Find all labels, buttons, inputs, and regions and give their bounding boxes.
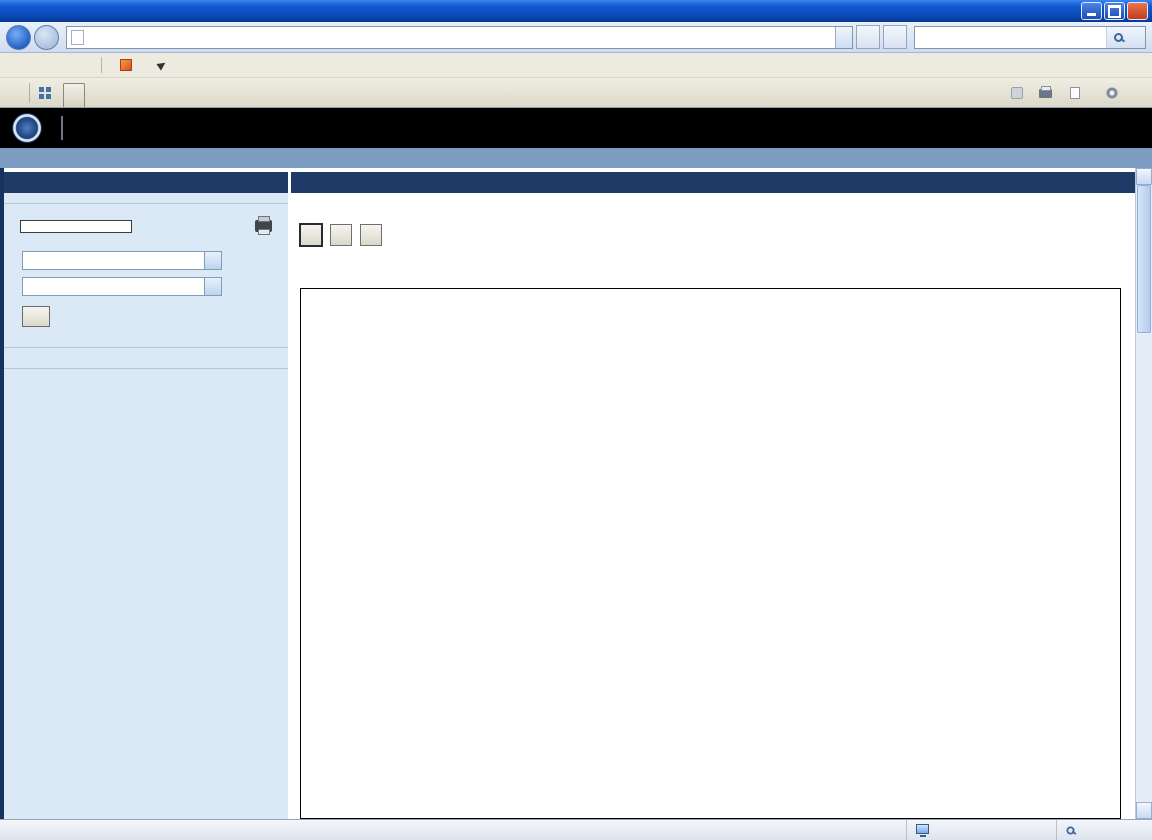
divider	[4, 368, 288, 369]
dhs-seal-logo	[12, 113, 42, 143]
security-zone-pane	[906, 820, 1056, 840]
zoom-icon	[1066, 826, 1074, 834]
menu-bar	[0, 53, 1152, 78]
print-button[interactable]	[1034, 81, 1061, 105]
divider	[4, 347, 288, 348]
grid-icon	[39, 87, 44, 92]
select-button[interactable]	[150, 58, 178, 72]
action-buttons	[291, 202, 1135, 246]
home-button[interactable]	[990, 81, 1004, 105]
progress-row	[4, 217, 288, 238]
app-subheader	[0, 148, 1152, 168]
content-area	[0, 168, 1152, 819]
printer-icon	[1039, 89, 1052, 98]
chevron-down-icon	[204, 278, 221, 295]
go-button[interactable]	[22, 306, 50, 327]
rss-icon	[1011, 87, 1023, 99]
address-bar[interactable]	[66, 26, 853, 49]
address-dropdown-icon[interactable]	[835, 27, 852, 48]
favorites-center-button[interactable]	[5, 81, 15, 105]
scrollbar-thumb[interactable]	[1137, 185, 1151, 333]
scroll-down-button[interactable]	[1136, 802, 1152, 819]
my-computer-icon	[916, 824, 929, 834]
hazard-tabs	[291, 246, 1135, 270]
search-dropdown-icon[interactable]	[1130, 27, 1145, 48]
page-title	[291, 172, 1135, 193]
quick-tabs-button[interactable]	[34, 81, 57, 105]
zoom-control[interactable]	[1056, 820, 1152, 840]
capabilities-table-wrap	[300, 288, 1121, 819]
instructions	[291, 193, 1135, 202]
feeds-button[interactable]	[1006, 81, 1032, 105]
brand-divider	[61, 116, 63, 140]
command-bar	[990, 81, 1147, 107]
app-header	[0, 108, 1152, 148]
navigation-toolbar	[0, 22, 1152, 53]
capability-select[interactable]	[22, 251, 222, 270]
maximize-button[interactable]	[1104, 2, 1125, 20]
page-icon	[71, 30, 84, 45]
sidebar-item-post-assessment-questions	[4, 330, 288, 340]
cursor-icon	[156, 59, 167, 70]
convert-button[interactable]	[112, 56, 150, 74]
minimize-button[interactable]	[1081, 2, 1102, 20]
browser-window	[0, 0, 1152, 840]
hazard-select-value	[23, 278, 204, 295]
administration-header	[4, 355, 288, 361]
page-menu-button[interactable]	[1063, 81, 1097, 105]
tools-menu-button[interactable]	[1099, 81, 1135, 105]
search-box	[914, 26, 1146, 49]
resources-header	[4, 376, 288, 382]
survey-block	[4, 211, 288, 217]
print-survey-icon[interactable]	[255, 220, 272, 232]
capability-select-value	[23, 252, 204, 269]
progress-bar	[20, 220, 132, 233]
save-button[interactable]	[330, 224, 352, 246]
divider	[4, 203, 288, 204]
page-icon	[1070, 87, 1080, 99]
forward-nav-button[interactable]	[34, 25, 59, 50]
scroll-up-button[interactable]	[1136, 168, 1152, 185]
status-bar	[0, 819, 1152, 840]
sidebar-item-capability-assessment[interactable]	[4, 238, 288, 248]
chevron-down-icon	[204, 252, 221, 269]
refresh-button[interactable]	[856, 25, 880, 49]
main-panel	[291, 172, 1135, 819]
window-controls	[1081, 2, 1148, 20]
add-favorite-button[interactable]	[15, 81, 25, 105]
toolbar-overflow-button[interactable]	[1137, 81, 1147, 105]
navigation-header	[4, 172, 288, 193]
stop-button[interactable]	[883, 25, 907, 49]
title-bar	[0, 0, 1152, 22]
sidebar-top-links	[4, 193, 288, 196]
search-input[interactable]	[915, 27, 1106, 48]
next-button[interactable]	[360, 224, 382, 246]
status-message-area	[0, 820, 906, 840]
convert-icon	[120, 59, 132, 71]
toolbar-separator	[29, 83, 30, 103]
toolbar-separator	[101, 57, 102, 73]
sidebar	[4, 172, 288, 819]
scrollbar-track[interactable]	[1136, 333, 1152, 802]
tab-bar	[0, 78, 1152, 108]
back-button[interactable]	[300, 224, 322, 246]
close-window-button[interactable]	[1127, 2, 1148, 20]
vertical-scrollbar[interactable]	[1135, 168, 1152, 819]
gear-icon	[1106, 87, 1118, 99]
new-tab-stub[interactable]	[63, 83, 85, 107]
back-nav-button[interactable]	[6, 25, 31, 50]
hazard-select[interactable]	[22, 277, 222, 296]
search-icon[interactable]	[1106, 27, 1130, 48]
